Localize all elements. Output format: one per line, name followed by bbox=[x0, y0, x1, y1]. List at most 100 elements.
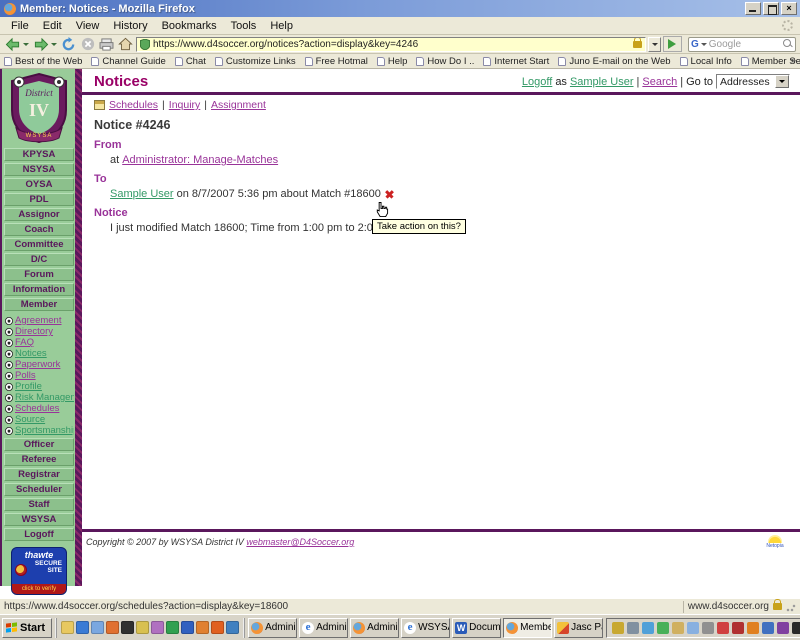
tray-icon[interactable] bbox=[657, 622, 669, 634]
resize-grip[interactable] bbox=[786, 602, 796, 612]
start-button[interactable]: Start bbox=[2, 618, 52, 638]
from-administrator-link[interactable]: Administrator: Manage-Matches bbox=[122, 154, 278, 166]
sidebar-member-link[interactable]: Sportsmanship bbox=[5, 425, 74, 436]
sidebar-section-button[interactable]: Forum bbox=[4, 268, 74, 281]
url-history-dropdown[interactable] bbox=[648, 37, 661, 52]
goto-select[interactable]: Addresses bbox=[716, 74, 790, 89]
crumb-inquiry-link[interactable]: Inquiry bbox=[169, 99, 201, 111]
search-box[interactable]: G Google bbox=[688, 37, 796, 52]
menu-item[interactable]: Bookmarks bbox=[155, 18, 224, 34]
sidebar-member-link[interactable]: Source bbox=[5, 414, 74, 425]
sidebar-section-button[interactable]: Assignor bbox=[4, 208, 74, 221]
bookmark-item[interactable]: Best of the Web bbox=[4, 56, 82, 67]
tray-icon[interactable] bbox=[672, 622, 684, 634]
sidebar-member-link[interactable]: Notices bbox=[5, 348, 74, 359]
tray-icon[interactable] bbox=[777, 622, 789, 634]
quick-launch-icon[interactable] bbox=[121, 621, 134, 634]
sidebar-member-link[interactable]: Schedules bbox=[5, 403, 74, 414]
bookmark-item[interactable]: Help bbox=[377, 56, 408, 67]
to-user-link[interactable]: Sample User bbox=[110, 188, 174, 200]
taskbar-window-button[interactable]: Docume... bbox=[452, 618, 501, 638]
sidebar-section-button[interactable]: Registrar bbox=[4, 468, 74, 481]
forward-button[interactable] bbox=[32, 37, 49, 52]
quick-launch-icon[interactable] bbox=[151, 621, 164, 634]
logoff-link[interactable]: Logoff bbox=[522, 76, 552, 88]
sidebar-member-link[interactable]: Profile bbox=[5, 381, 74, 392]
bookmark-item[interactable]: Internet Start bbox=[483, 56, 549, 67]
sidebar-section-button[interactable]: Scheduler bbox=[4, 483, 74, 496]
sidebar-section-button[interactable]: OYSA bbox=[4, 178, 74, 191]
quick-launch-icon[interactable] bbox=[91, 621, 104, 634]
sidebar-section-button[interactable]: Information bbox=[4, 283, 74, 296]
sidebar-section-button[interactable]: Logoff bbox=[4, 528, 74, 541]
sidebar-section-button[interactable]: NSYSA bbox=[4, 163, 74, 176]
tray-icon[interactable] bbox=[717, 622, 729, 634]
url-bar[interactable]: https://www.d4soccer.org/notices?action=… bbox=[136, 37, 646, 52]
bookmark-item[interactable]: Customize Links bbox=[215, 56, 296, 67]
menu-item[interactable]: History bbox=[106, 18, 154, 34]
restore-button[interactable] bbox=[763, 2, 779, 15]
tray-icon[interactable] bbox=[747, 622, 759, 634]
taskbar-window-button[interactable]: WSYSA ... bbox=[401, 618, 450, 638]
search-link[interactable]: Search bbox=[642, 76, 677, 88]
quick-launch-icon[interactable] bbox=[61, 621, 74, 634]
crumb-assignment-link[interactable]: Assignment bbox=[211, 99, 266, 111]
menu-item[interactable]: Tools bbox=[224, 18, 264, 34]
url-text[interactable]: https://www.d4soccer.org/notices?action=… bbox=[153, 39, 630, 50]
sidebar-member-link[interactable]: Risk Management bbox=[5, 392, 74, 403]
bookmark-item[interactable]: Chat bbox=[175, 56, 206, 67]
menu-item[interactable]: View bbox=[69, 18, 107, 34]
sidebar-member-link[interactable]: Directory bbox=[5, 326, 74, 337]
tray-icon[interactable] bbox=[762, 622, 774, 634]
status-lock-icon[interactable] bbox=[773, 603, 782, 610]
tray-icon[interactable] bbox=[642, 622, 654, 634]
sidebar-section-button[interactable]: Committee bbox=[4, 238, 74, 251]
sidebar-member-link[interactable]: Agreement bbox=[5, 315, 74, 326]
quick-launch-icon[interactable] bbox=[226, 621, 239, 634]
menu-item[interactable]: File bbox=[4, 18, 36, 34]
close-button[interactable]: × bbox=[781, 2, 797, 15]
taskbar-window-button[interactable]: Membe... bbox=[503, 618, 552, 638]
bookmark-item[interactable]: Free Hotmal bbox=[305, 56, 368, 67]
back-button[interactable] bbox=[4, 37, 21, 52]
sidebar-section-button[interactable]: Member bbox=[4, 298, 74, 311]
sidebar-section-button[interactable]: KPYSA bbox=[4, 148, 74, 161]
tray-icon[interactable] bbox=[687, 622, 699, 634]
sidebar-member-link[interactable]: FAQ bbox=[5, 337, 74, 348]
forward-dropdown-icon[interactable] bbox=[51, 43, 57, 49]
reload-button[interactable] bbox=[60, 37, 77, 52]
quick-launch-icon[interactable] bbox=[136, 621, 149, 634]
sidebar-member-link[interactable]: Paperwork bbox=[5, 359, 74, 370]
tray-icon[interactable] bbox=[792, 622, 800, 634]
stop-button[interactable] bbox=[79, 37, 96, 52]
taskbar-window-button[interactable]: Administ... bbox=[248, 618, 297, 638]
bookmark-item[interactable]: How Do I .. bbox=[416, 56, 474, 67]
taskbar-window-button[interactable]: Jasc Pai... bbox=[554, 618, 603, 638]
search-engine-dropdown-icon[interactable] bbox=[701, 43, 707, 49]
sidebar-section-button[interactable]: WSYSA bbox=[4, 513, 74, 526]
go-button[interactable] bbox=[663, 36, 682, 52]
quick-launch-icon[interactable] bbox=[211, 621, 224, 634]
current-user-link[interactable]: Sample User bbox=[570, 76, 634, 88]
sidebar-section-button[interactable]: D/C bbox=[4, 253, 74, 266]
quick-launch-icon[interactable] bbox=[166, 621, 179, 634]
tray-icon[interactable] bbox=[732, 622, 744, 634]
menu-item[interactable]: Help bbox=[263, 18, 300, 34]
sidebar-section-button[interactable]: Referee bbox=[4, 453, 74, 466]
goto-dropdown-icon[interactable] bbox=[775, 75, 789, 88]
bookmark-item[interactable]: Juno E-mail on the Web bbox=[558, 56, 670, 67]
bookmarks-overflow-chevron[interactable]: » bbox=[791, 55, 796, 66]
sidebar-section-button[interactable]: Officer bbox=[4, 438, 74, 451]
sidebar-section-button[interactable]: Coach bbox=[4, 223, 74, 236]
tray-icon[interactable] bbox=[612, 622, 624, 634]
home-button[interactable] bbox=[117, 37, 134, 52]
quick-launch-icon[interactable] bbox=[106, 621, 119, 634]
bookmark-item[interactable]: Channel Guide bbox=[91, 56, 165, 67]
sidebar-section-button[interactable]: Staff bbox=[4, 498, 74, 511]
sidebar-section-button[interactable]: PDL bbox=[4, 193, 74, 206]
taskbar-window-button[interactable]: Administ... bbox=[350, 618, 399, 638]
quick-launch-icon[interactable] bbox=[181, 621, 194, 634]
bookmark-item[interactable]: Local Info bbox=[680, 56, 732, 67]
delete-notice-icon[interactable] bbox=[384, 189, 395, 200]
quick-launch-icon[interactable] bbox=[196, 621, 209, 634]
